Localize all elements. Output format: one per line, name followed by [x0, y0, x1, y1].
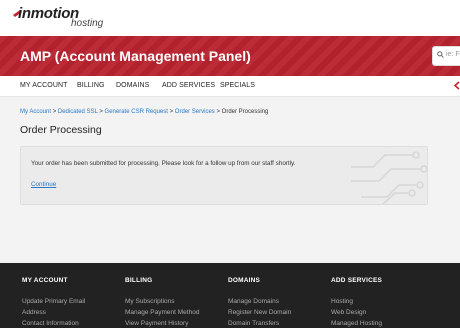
footer-link[interactable]: Address — [22, 307, 122, 318]
breadcrumb-link-dedicated-ssl[interactable]: Dedicated SSL — [58, 109, 98, 115]
footer-link[interactable]: Register New Domain — [228, 307, 328, 318]
inmotion-logo[interactable]: inmotion hosting — [13, 4, 123, 32]
top-bar: inmotion hosting — [0, 0, 460, 36]
footer-link[interactable]: Managed Hosting — [331, 318, 431, 328]
footer-link[interactable]: Manage Domains — [228, 296, 328, 307]
footer-link[interactable]: Domain Transfers — [228, 318, 328, 328]
page-banner: AMP (Account Management Panel) — [0, 36, 460, 76]
continue-link[interactable]: Continue — [31, 181, 56, 188]
footer-heading: MY ACCOUNT — [22, 277, 68, 284]
breadcrumb-separator: > — [216, 109, 220, 115]
order-status-panel: Your order has been submitted for proces… — [20, 146, 428, 205]
footer-column-my-account: MY ACCOUNT Update Primary Email Address … — [22, 277, 122, 328]
breadcrumb-current: Order Processing — [221, 109, 269, 115]
search-placeholder: ie: F — [446, 51, 460, 58]
breadcrumb-separator: > — [52, 109, 57, 115]
breadcrumb-link-generate-csr[interactable]: Generate CSR Request — [105, 109, 168, 115]
nav-item-add-services[interactable]: ADD SERVICES — [162, 82, 215, 89]
footer-heading: ADD SERVICES — [331, 277, 383, 284]
breadcrumb-link-my-account[interactable]: My Account — [20, 109, 51, 115]
footer-link[interactable]: Hosting — [331, 296, 431, 307]
footer-column-add-services: ADD SERVICES Hosting Web Design Managed … — [331, 277, 431, 328]
footer-column-billing: BILLING My Subscriptions Manage Payment … — [125, 277, 225, 328]
breadcrumb: My Account > Dedicated SSL > Generate CS… — [20, 109, 268, 115]
chevron-left-icon[interactable] — [453, 81, 460, 90]
nav-item-my-account[interactable]: MY ACCOUNT — [20, 82, 68, 89]
page-title: Order Processing — [20, 124, 102, 136]
search-input[interactable]: ie: F — [432, 46, 460, 66]
order-status-message: Your order has been submitted for proces… — [31, 160, 296, 167]
footer-link[interactable]: Update Primary Email — [22, 296, 122, 307]
circuit-decoration-icon — [351, 147, 427, 204]
nav-item-billing[interactable]: BILLING — [77, 82, 105, 89]
breadcrumb-link-order-services[interactable]: Order Services — [175, 109, 215, 115]
footer-link[interactable]: Web Design — [331, 307, 431, 318]
nav-item-specials[interactable]: SPECIALS — [220, 82, 255, 89]
breadcrumb-separator: > — [99, 109, 103, 115]
logo-brand-text: inmotion — [18, 5, 79, 22]
footer-heading: BILLING — [125, 277, 153, 284]
banner-title: AMP (Account Management Panel) — [20, 48, 251, 64]
nav-item-domains[interactable]: DOMAINS — [116, 82, 149, 89]
footer-link[interactable]: View Payment History — [125, 318, 225, 328]
main-nav: MY ACCOUNT BILLING DOMAINS ADD SERVICES … — [0, 76, 460, 97]
breadcrumb-separator: > — [169, 109, 174, 115]
logo-sub-text: hosting — [71, 18, 104, 29]
site-footer: MY ACCOUNT Update Primary Email Address … — [0, 263, 460, 328]
main-content: My Account > Dedicated SSL > Generate CS… — [0, 97, 460, 263]
search-icon — [437, 51, 444, 58]
footer-column-domains: DOMAINS Manage Domains Register New Doma… — [228, 277, 328, 328]
footer-link[interactable]: Contact Information — [22, 318, 122, 328]
footer-link[interactable]: Manage Payment Method — [125, 307, 225, 318]
footer-link[interactable]: My Subscriptions — [125, 296, 225, 307]
footer-heading: DOMAINS — [228, 277, 261, 284]
